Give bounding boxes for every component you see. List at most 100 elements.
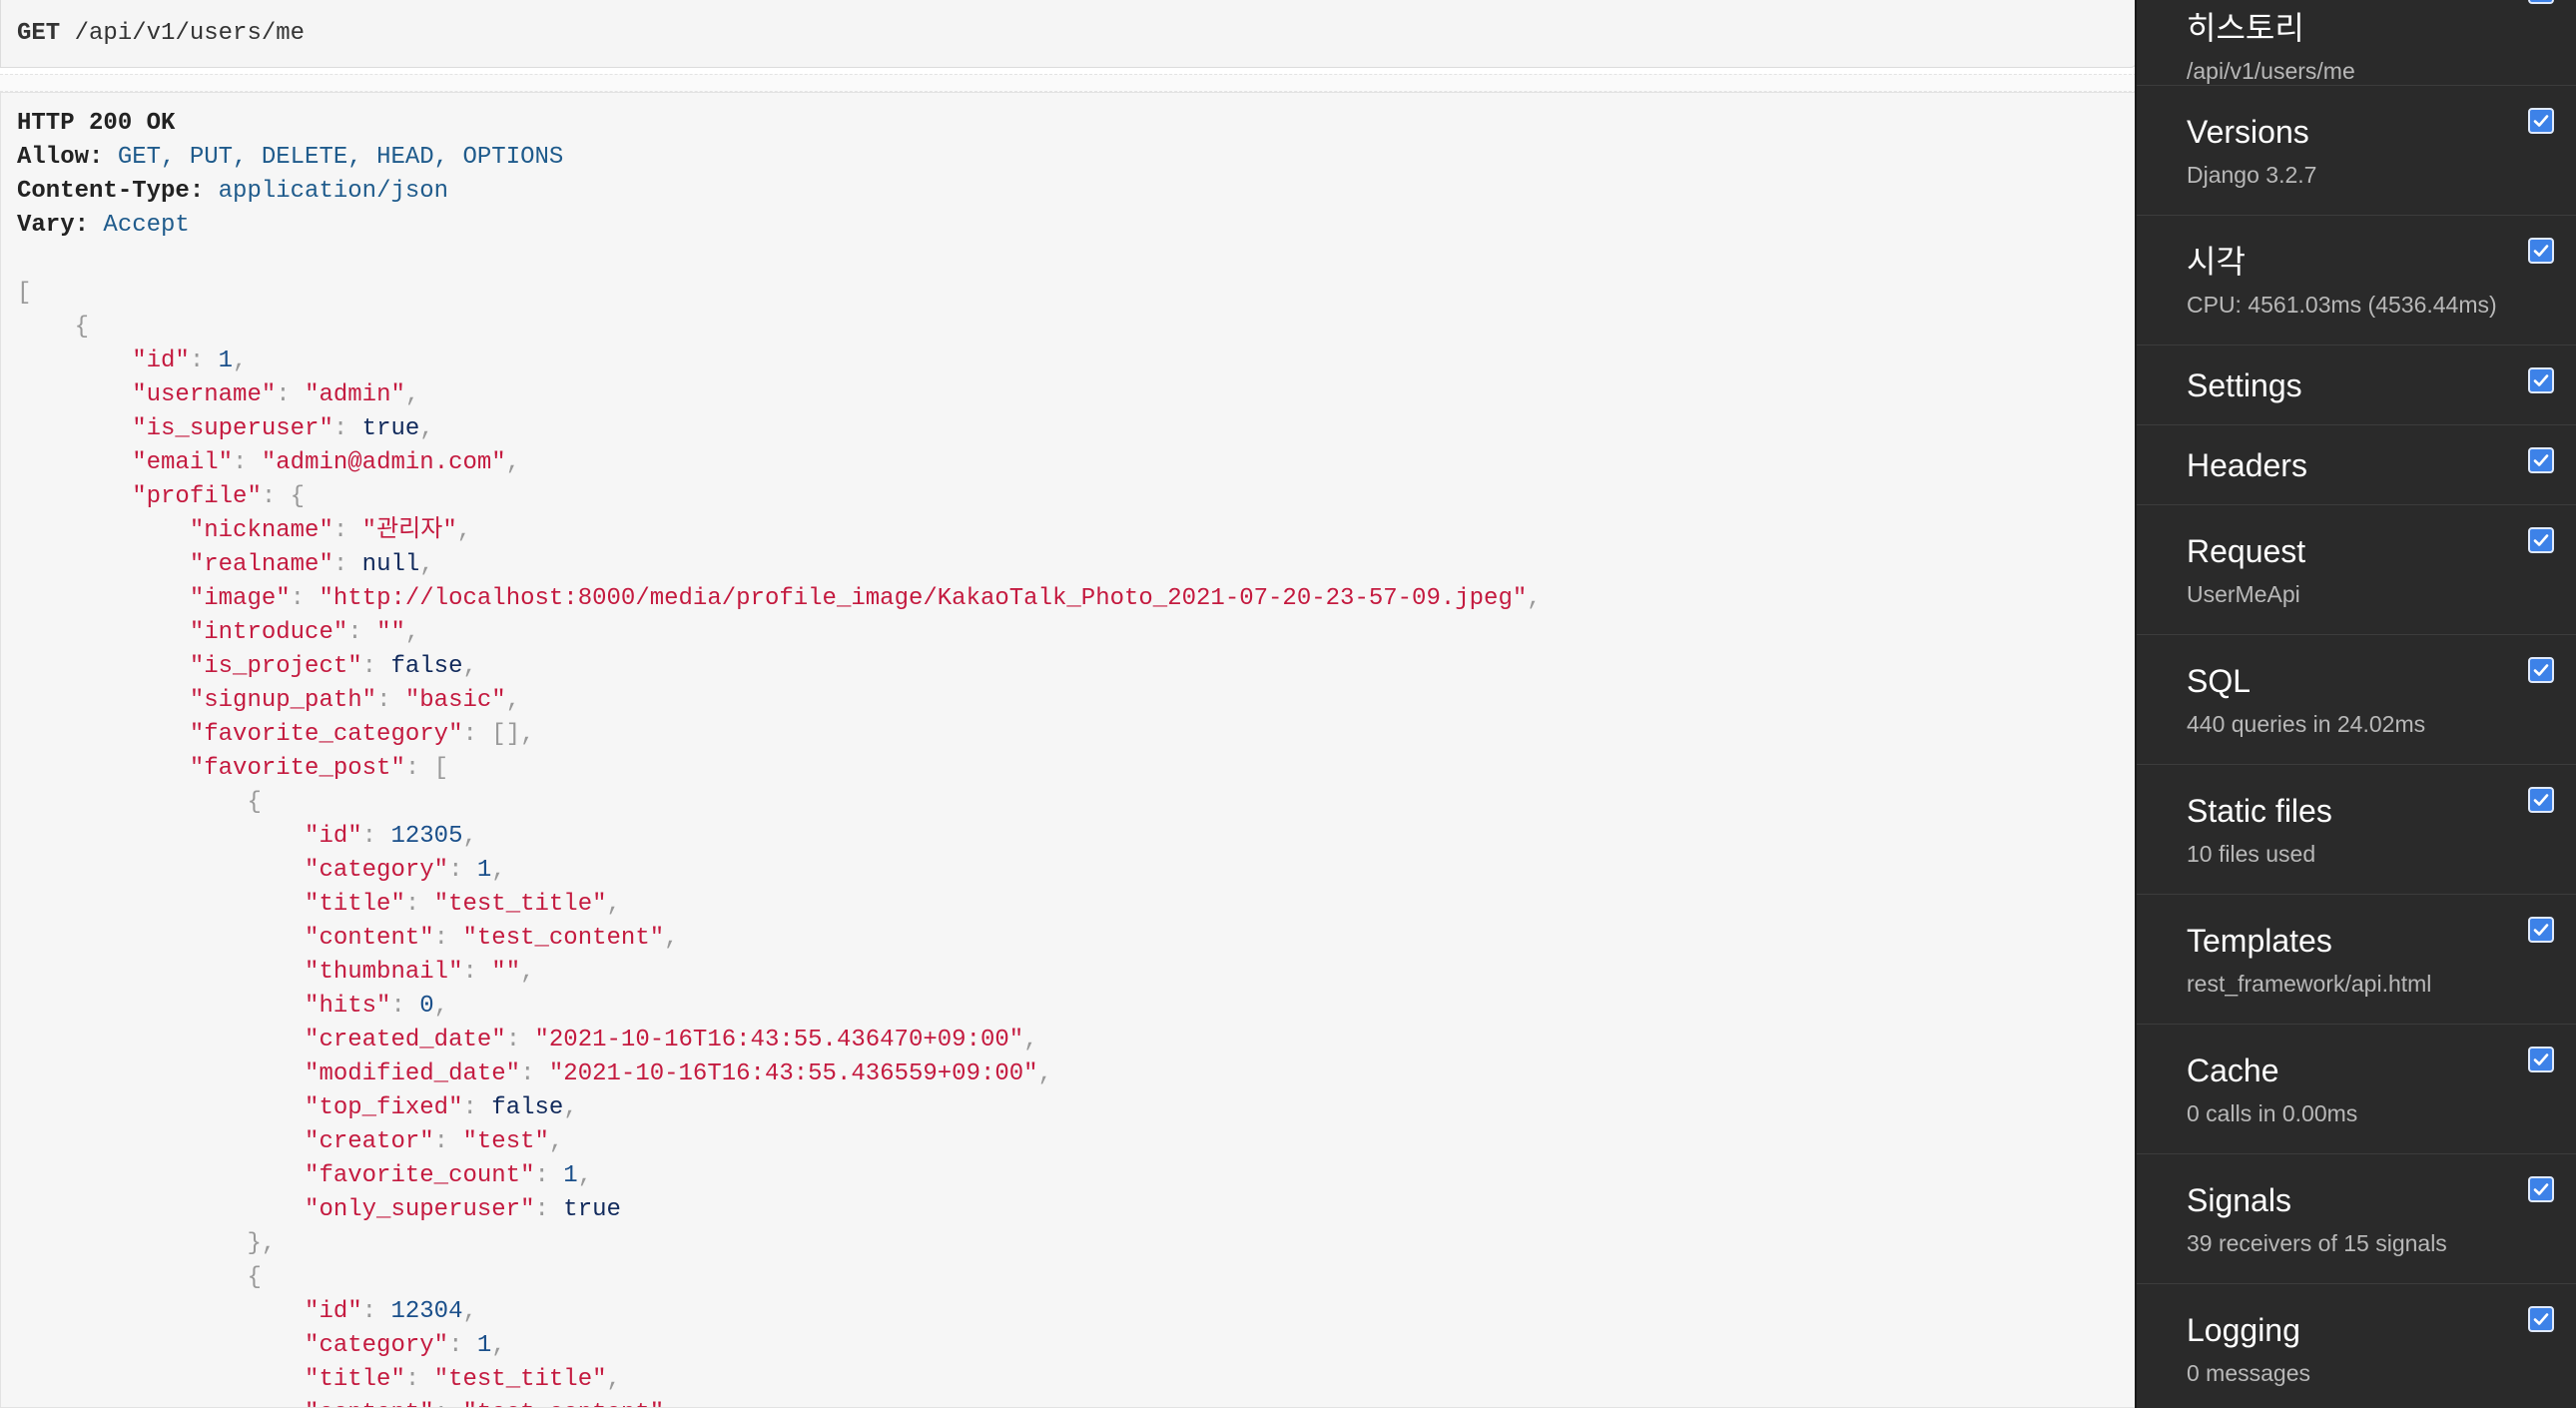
json-punctuation: : [332, 415, 362, 442]
json-punctuation: : [376, 687, 405, 714]
json-punctuation: : [434, 1400, 463, 1407]
panel-toggle-checkbox[interactable] [2528, 1306, 2554, 1332]
header-value: Accept [103, 212, 190, 239]
json-punctuation: , [577, 1162, 593, 1189]
toolbar-panel-settings[interactable]: Settings [2137, 346, 2576, 425]
json-line: "top_fixed": false, [17, 1091, 2136, 1125]
json-punctuation: , [491, 857, 506, 884]
panel-toggle-checkbox[interactable] [2528, 787, 2554, 813]
toolbar-panel-static-files[interactable]: Static files 10 files used [2137, 765, 2576, 895]
panel-title[interactable]: Versions [2187, 112, 2576, 152]
json-punctuation: : [448, 1332, 477, 1359]
json-string: "관리자" [361, 517, 457, 544]
response-header-line: Vary: Accept [17, 209, 2136, 243]
toolbar-panel-templates[interactable]: Templates rest_framework/api.html [2137, 895, 2576, 1025]
json-punctuation: , [606, 891, 621, 918]
panel-toggle-checkbox[interactable] [2528, 1176, 2554, 1202]
response-status-line: HTTP 200 OK [17, 107, 2136, 141]
json-punctuation: : [332, 517, 362, 544]
toolbar-panel-time[interactable]: 시각 CPU: 4561.03ms (4536.44ms) [2137, 216, 2576, 346]
json-punctuation: : [534, 1162, 564, 1189]
toolbar-panel-signals[interactable]: Signals 39 receivers of 15 signals [2137, 1154, 2576, 1284]
panel-title[interactable]: Logging [2187, 1310, 2576, 1350]
json-punctuation: , [1037, 1060, 1052, 1087]
json-punctuation: , [491, 1332, 506, 1359]
response-status: HTTP 200 OK [17, 110, 176, 137]
json-punctuation: : [448, 857, 477, 884]
json-line: "profile": { [17, 480, 2136, 514]
json-key: "creator" [305, 1128, 434, 1155]
panel-title[interactable]: Settings [2187, 365, 2576, 405]
json-punctuation: : [], [462, 721, 535, 748]
json-number: 1 [476, 1332, 492, 1359]
checkmark-icon [2533, 664, 2549, 676]
panel-title[interactable]: Headers [2187, 445, 2576, 485]
json-line: "email": "admin@admin.com", [17, 446, 2136, 480]
panel-toggle-checkbox[interactable] [2528, 1047, 2554, 1072]
toolbar-panel-request[interactable]: Request UserMeApi [2137, 505, 2576, 635]
json-punctuation: , [1527, 585, 1542, 612]
panel-toggle-checkbox[interactable] [2528, 527, 2554, 553]
panel-title[interactable]: Static files [2187, 791, 2576, 831]
panel-title[interactable]: Cache [2187, 1051, 2576, 1090]
panel-title[interactable]: Signals [2187, 1180, 2576, 1220]
json-line: "category": 1, [17, 854, 2136, 888]
json-line: "created_date": "2021-10-16T16:43:55.436… [17, 1024, 2136, 1057]
panel-subtitle: Django 3.2.7 [2187, 162, 2317, 188]
json-key: "category" [305, 1332, 449, 1359]
json-key: "id" [305, 1298, 362, 1325]
json-literal: false [491, 1094, 564, 1121]
panel-toggle-checkbox[interactable] [2528, 657, 2554, 683]
checkmark-icon [2533, 924, 2549, 936]
response-panel: HTTP 200 OK Allow: GET, PUT, DELETE, HEA… [0, 92, 2137, 1408]
panel-title[interactable]: Request [2187, 531, 2576, 571]
json-key: "title" [305, 891, 405, 918]
toolbar-panel-sql[interactable]: SQL 440 queries in 24.02ms [2137, 635, 2576, 765]
toolbar-panel-cache[interactable]: Cache 0 calls in 0.00ms [2137, 1025, 2576, 1154]
header-key: Content-Type: [17, 178, 205, 205]
json-line: "creator": "test", [17, 1125, 2136, 1159]
json-punctuation: { [74, 314, 90, 341]
json-line: "content": "test_content", [17, 1397, 2136, 1407]
json-key: "introduce" [189, 619, 348, 646]
json-punctuation: : [505, 1027, 535, 1054]
json-punctuation: , [404, 381, 420, 408]
header-value: application/json [218, 178, 449, 205]
json-key: "profile" [132, 483, 262, 510]
json-punctuation: : [233, 449, 262, 476]
panel-title[interactable]: SQL [2187, 661, 2576, 701]
toolbar-panel-history[interactable]: 히스토리/api/v1/users/me [2137, 0, 2576, 86]
json-punctuation: { [247, 789, 262, 816]
panel-title[interactable]: 히스토리 [2187, 8, 2576, 48]
panel-title[interactable]: 시각 [2187, 242, 2576, 282]
panel-title[interactable]: Templates [2187, 921, 2576, 961]
toolbar-panel-versions[interactable]: Versions Django 3.2.7 [2137, 86, 2576, 216]
json-number: 0 [419, 993, 434, 1020]
panel-toggle-checkbox[interactable] [2528, 367, 2554, 393]
json-punctuation: , [456, 517, 472, 544]
panel-toggle-checkbox[interactable] [2528, 447, 2554, 473]
panel-toggle-checkbox[interactable] [2528, 238, 2554, 264]
response-headers: Allow: GET, PUT, DELETE, HEAD, OPTIONS Co… [17, 141, 2136, 243]
json-line: { [17, 1261, 2136, 1295]
panel-subtitle: rest_framework/api.html [2187, 971, 2432, 997]
response-header-line: Allow: GET, PUT, DELETE, HEAD, OPTIONS [17, 141, 2136, 175]
toolbar-panel-headers[interactable]: Headers [2137, 425, 2576, 505]
json-line: "realname": null, [17, 548, 2136, 582]
json-line: "favorite_count": 1, [17, 1159, 2136, 1193]
json-number: 1 [218, 348, 234, 374]
json-key: "nickname" [189, 517, 333, 544]
toolbar-panel-logging[interactable]: Logging 0 messages [2137, 1284, 2576, 1408]
json-literal: true [361, 415, 420, 442]
panel-toggle-checkbox[interactable] [2528, 0, 2554, 4]
json-key: "hits" [305, 993, 391, 1020]
json-line: "favorite_post": [ [17, 752, 2136, 786]
json-key: "content" [305, 1400, 434, 1407]
panel-toggle-checkbox[interactable] [2528, 108, 2554, 134]
json-line: "thumbnail": "", [17, 956, 2136, 990]
checkmark-icon [2533, 115, 2549, 127]
json-line: "is_superuser": true, [17, 412, 2136, 446]
json-string: "2021-10-16T16:43:55.436559+09:00" [548, 1060, 1038, 1087]
panel-toggle-checkbox[interactable] [2528, 917, 2554, 943]
